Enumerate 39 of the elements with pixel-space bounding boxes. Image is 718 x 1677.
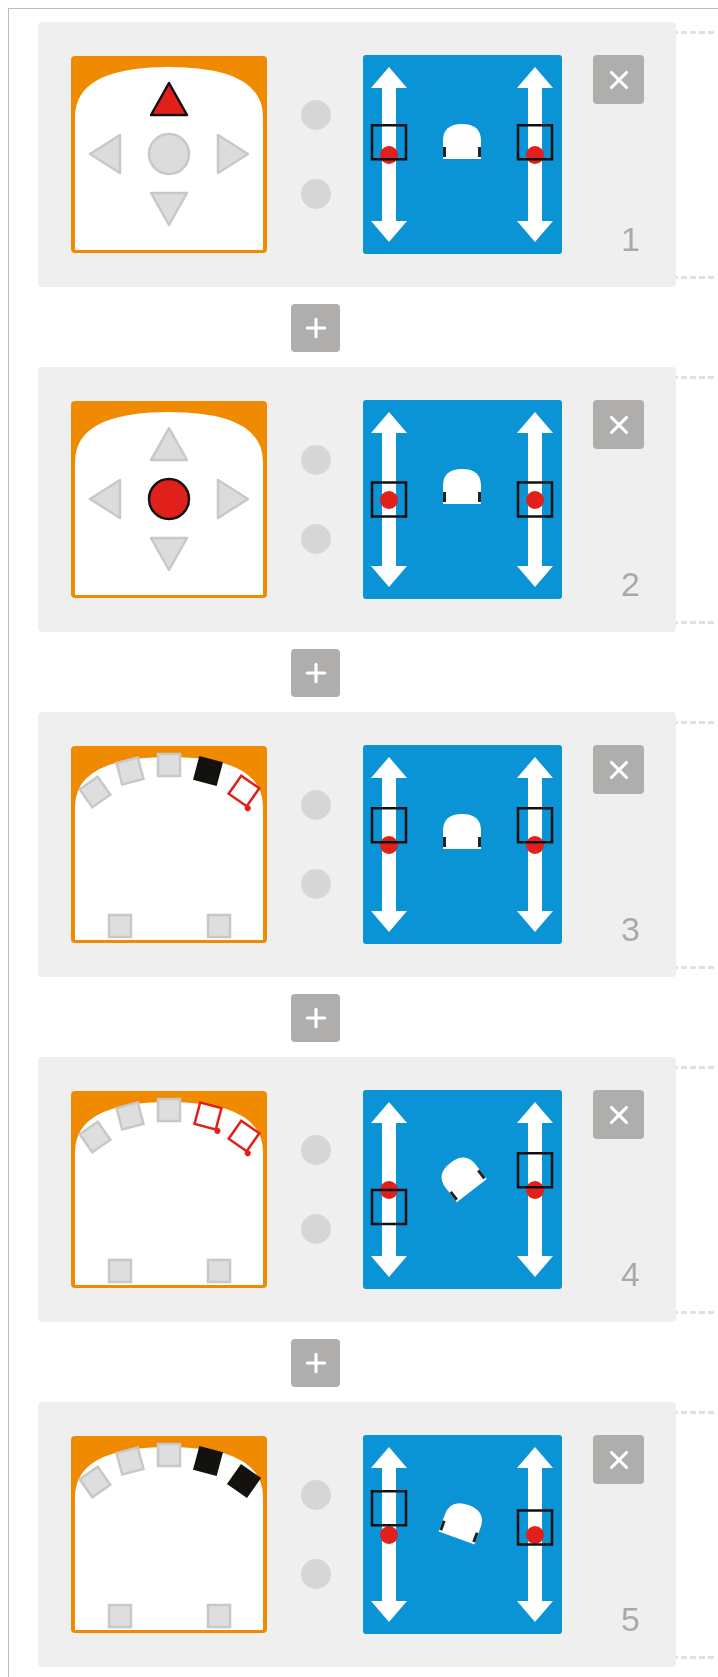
motor-action-panel[interactable] xyxy=(363,1435,562,1634)
slider-thumb[interactable] xyxy=(370,807,408,844)
robot-icon xyxy=(438,1503,482,1545)
motor-action-panel[interactable] xyxy=(363,745,562,944)
robot-icon xyxy=(443,814,481,849)
slider-thumb[interactable] xyxy=(516,1509,554,1546)
slider-thumb[interactable] xyxy=(516,807,554,844)
slider-thumb[interactable] xyxy=(516,481,554,518)
slider-thumb[interactable] xyxy=(370,481,408,518)
slider-thumb[interactable] xyxy=(370,1490,408,1527)
slider-thumb[interactable] xyxy=(370,1188,408,1226)
rule-number: 5 xyxy=(621,1602,641,1636)
rule-number: 1 xyxy=(621,222,641,256)
motor-action-panel[interactable] xyxy=(363,1090,562,1289)
sensor-icon[interactable] xyxy=(193,756,223,786)
up-triangle-icon[interactable] xyxy=(149,81,189,117)
motor-slider[interactable] xyxy=(370,1102,408,1277)
robot-icon xyxy=(443,469,481,504)
robot-icon xyxy=(441,1157,487,1203)
motor-action-panel[interactable] xyxy=(363,55,562,254)
motor-slider[interactable] xyxy=(370,412,408,587)
motor-slider[interactable] xyxy=(370,757,408,932)
rule-number: 2 xyxy=(621,567,641,601)
motor-slider[interactable] xyxy=(370,1447,408,1622)
motor-slider[interactable] xyxy=(516,757,554,932)
motor-action-panel[interactable] xyxy=(363,400,562,599)
rule-number: 4 xyxy=(621,1257,641,1291)
motor-slider[interactable] xyxy=(516,1102,554,1277)
circle-button-icon[interactable] xyxy=(147,477,191,521)
slider-thumb[interactable] xyxy=(516,1152,554,1189)
motor-slider[interactable] xyxy=(516,1447,554,1622)
motor-slider[interactable] xyxy=(516,412,554,587)
motor-slider[interactable] xyxy=(370,67,408,242)
slider-thumb[interactable] xyxy=(516,124,554,161)
robot-icon xyxy=(443,124,481,159)
rule-number: 3 xyxy=(621,912,641,946)
motor-slider[interactable] xyxy=(516,67,554,242)
slider-thumb[interactable] xyxy=(370,124,408,161)
sensor-icon[interactable] xyxy=(193,1446,223,1476)
